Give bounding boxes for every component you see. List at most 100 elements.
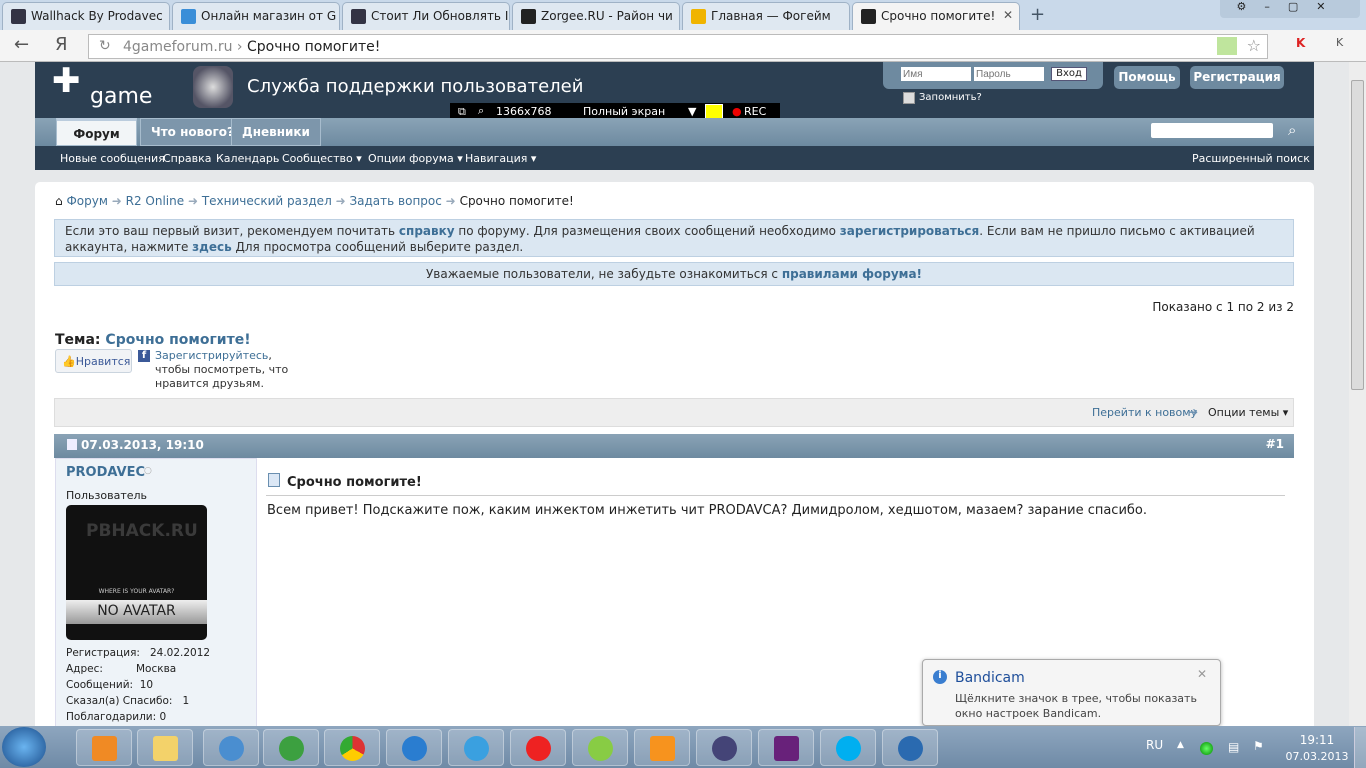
show-desktop-button[interactable] (1354, 727, 1366, 768)
close-icon[interactable]: ✕ (1197, 667, 1207, 681)
tab-blogs[interactable]: Дневники (231, 118, 321, 146)
taskbar-app[interactable] (203, 729, 259, 766)
extension-icon[interactable]: K (1336, 36, 1343, 49)
stat-value: Москва (136, 663, 177, 675)
breadcrumb-item[interactable]: Технический раздел (202, 194, 332, 208)
tab-whats-new[interactable]: Что нового? (140, 118, 245, 146)
stat-value: 1 (182, 695, 190, 707)
subnav-new-posts[interactable]: Новые сообщения (60, 152, 165, 165)
window-controls[interactable]: ⚙–▢✕ (1220, 0, 1360, 18)
stat-row: Сказал(а) Спасибо: 1 (66, 693, 210, 709)
favicon-icon (11, 9, 26, 24)
help-button[interactable]: Помощь (1114, 66, 1180, 89)
taskbar-odnoklassniki[interactable] (634, 729, 690, 766)
search-input[interactable] (1151, 123, 1273, 138)
language-indicator[interactable]: RU (1146, 738, 1163, 752)
browser-tab[interactable]: Главная — Фогейм (682, 2, 850, 30)
taskbar-app[interactable] (572, 729, 628, 766)
reload-icon[interactable]: ↻ (99, 38, 111, 54)
stat-key: Регистрация: (66, 647, 140, 659)
browser-tab[interactable]: Онлайн магазин от G (172, 2, 340, 30)
home-icon[interactable]: ⌂ (55, 194, 63, 208)
thread-options-menu[interactable]: Опции темы ▾ (1208, 406, 1288, 419)
subnav-calendar[interactable]: Календарь (216, 152, 279, 165)
address-bar[interactable]: ↻ 4gameforum.ru › Срочно помогите! ☆ (88, 34, 1268, 59)
thread-tools-bar: Перейти к новому ➔ Опции темы ▾ (54, 398, 1294, 427)
remember-label: Запомнить? (919, 92, 982, 103)
network-icon[interactable]: ▤ (1228, 740, 1239, 754)
search-icon[interactable]: ⌕ (478, 104, 484, 118)
stat-row: Регистрация: 24.02.2012 (66, 645, 210, 661)
bandicam-tray-icon[interactable] (1200, 742, 1213, 755)
taskbar-yandex[interactable] (510, 729, 566, 766)
browser-tab-active[interactable]: Срочно помогите! ✕ (852, 2, 1020, 30)
rec-button[interactable]: REC (744, 105, 766, 118)
site-logo-icon[interactable]: ✚ (52, 64, 86, 100)
taskbar-explorer[interactable] (137, 729, 193, 766)
clock-time[interactable]: 19:11 (1292, 733, 1342, 747)
remember-checkbox[interactable] (903, 92, 915, 104)
window-mode-icon[interactable]: ⧉ (458, 105, 466, 119)
scrollbar[interactable] (1349, 62, 1366, 726)
username-link[interactable]: PRODAVEC (66, 465, 145, 480)
site-logo[interactable]: game (90, 84, 152, 109)
search-icon[interactable]: ⌕ (1288, 121, 1296, 139)
taskbar-app[interactable] (386, 729, 442, 766)
like-button[interactable]: 👍Нравится (55, 349, 132, 373)
resolution-label: 1366x768 (496, 105, 552, 118)
browser-tab[interactable]: Стоит Ли Обновлять I (342, 2, 510, 30)
taskbar-app[interactable] (696, 729, 752, 766)
register-button[interactable]: Регистрация (1190, 66, 1284, 89)
clock-date[interactable]: 07.03.2013 (1282, 750, 1352, 763)
browser-tab[interactable]: Zorgee.RU - Район чи (512, 2, 680, 30)
goto-new-link[interactable]: Перейти к новому (1092, 406, 1197, 419)
taskbar-skype[interactable] (820, 729, 876, 766)
browser-tab[interactable]: Wallhack By Prodavec (2, 2, 170, 30)
offline-status-icon: ○ (144, 466, 152, 476)
taskbar-visual-studio[interactable] (758, 729, 814, 766)
mode-select[interactable]: Полный экран (583, 105, 665, 118)
subnav-community[interactable]: Сообщество ▾ (282, 152, 362, 165)
stat-row: Адрес: Москва (66, 661, 210, 677)
thread-title: Тема: Срочно помогите! (55, 332, 251, 348)
lock-icon[interactable] (1217, 37, 1237, 55)
taskbar-chrome[interactable] (324, 729, 380, 766)
fb-register-link[interactable]: Зарегистрируйтесь (155, 349, 268, 362)
close-tab-icon[interactable]: ✕ (1003, 8, 1013, 22)
post-number-link[interactable]: #1 (1266, 437, 1284, 451)
bandicam-balloon[interactable]: i Bandicam ✕ Щёлкните значок в трее, что… (922, 659, 1221, 726)
dropdown-icon[interactable]: ▼ (688, 105, 696, 118)
stat-row: Сообщений: 10 (66, 677, 210, 693)
scrollbar-thumb[interactable] (1351, 80, 1364, 390)
flag-icon[interactable]: ⚑ (1253, 739, 1264, 753)
bookmark-star-icon[interactable]: ☆ (1247, 36, 1261, 55)
start-button[interactable] (2, 727, 46, 767)
password-input[interactable] (974, 67, 1044, 81)
subnav-navigation[interactable]: Навигация ▾ (465, 152, 536, 165)
new-tab-button[interactable]: + (1030, 4, 1045, 25)
here-link[interactable]: здесь (192, 240, 232, 254)
taskbar-app[interactable] (263, 729, 319, 766)
taskbar-ie[interactable] (448, 729, 504, 766)
taskbar-app[interactable] (76, 729, 132, 766)
subnav-forum-options[interactable]: Опции форума ▾ (368, 152, 463, 165)
subnav-help[interactable]: Справка (163, 152, 211, 165)
camera-icon[interactable] (705, 104, 723, 119)
help-link[interactable]: справку (399, 224, 455, 238)
login-button[interactable]: Вход (1051, 67, 1087, 81)
breadcrumb-item[interactable]: Задать вопрос (349, 194, 441, 208)
thread-title-text: Срочно помогите! (105, 332, 251, 348)
breadcrumb-item[interactable]: Форум (66, 194, 107, 208)
yandex-button[interactable]: Я (55, 34, 68, 55)
taskbar-download[interactable] (882, 729, 938, 766)
tray-expand-icon[interactable]: ▲ (1177, 740, 1184, 750)
tab-forum[interactable]: Форум (56, 118, 137, 146)
breadcrumb-item[interactable]: R2 Online (126, 194, 185, 208)
rules-link[interactable]: правилами форума! (782, 267, 922, 281)
back-icon[interactable]: ← (14, 34, 29, 55)
username-input[interactable] (901, 67, 971, 81)
register-link[interactable]: зарегистрироваться (840, 224, 979, 238)
user-stats: Регистрация: 24.02.2012 Адрес: Москва Соо… (66, 645, 210, 725)
extension-icon[interactable]: K (1296, 36, 1305, 50)
advanced-search-link[interactable]: Расширенный поиск (1192, 152, 1310, 165)
